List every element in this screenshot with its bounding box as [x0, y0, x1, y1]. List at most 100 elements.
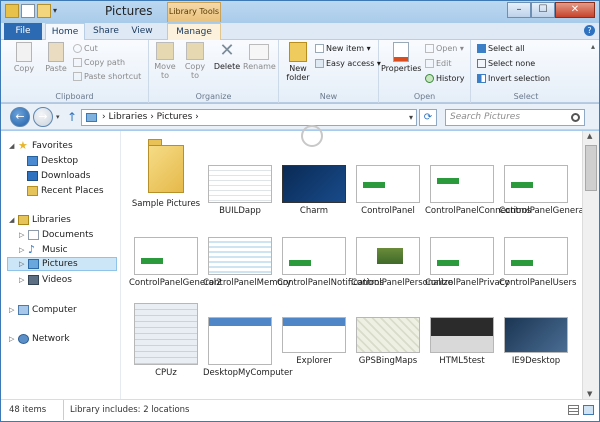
invert-selection-button[interactable]: Invert selection [477, 74, 550, 83]
file-item[interactable]: ControlPanelPrivacy [425, 237, 509, 288]
file-item[interactable]: HTML5test [425, 317, 499, 366]
nav-recent-places[interactable]: Recent Places [27, 184, 104, 198]
file-item[interactable]: ControlPanelGeneral2 [129, 237, 222, 288]
tab-file[interactable]: File [4, 23, 42, 40]
search-input[interactable]: Search Pictures [445, 109, 585, 126]
copy-path-button[interactable]: Copy path [73, 58, 125, 67]
nav-libraries[interactable]: ◢ Libraries [9, 213, 71, 227]
expand-arrow-icon[interactable]: ▷ [19, 231, 25, 239]
nav-computer[interactable]: ▷ Computer [9, 303, 77, 317]
explorer-window: ▾ Pictures Library Tools – ☐ ✕ File Home… [0, 0, 600, 422]
expand-arrow-icon[interactable]: ▷ [9, 335, 15, 343]
easy-access-button[interactable]: Easy access ▾ [315, 59, 381, 68]
music-icon: ♪ [28, 243, 36, 256]
file-item[interactable]: Sample Pictures [129, 139, 203, 209]
address-input[interactable]: › Libraries › Pictures › ▾ [81, 109, 417, 126]
move-to-button[interactable]: Move to [151, 42, 179, 80]
collapse-arrow-icon[interactable]: ◢ [9, 216, 15, 224]
copy-button[interactable]: Copy [9, 42, 39, 73]
delete-button[interactable]: ✕ Delete [211, 42, 243, 72]
file-item[interactable]: ControlPanelNotifications [277, 237, 384, 288]
help-icon[interactable]: ? [584, 25, 595, 36]
file-item[interactable]: ControlPanelMemory [203, 237, 291, 288]
new-label: New [319, 92, 338, 101]
tab-share[interactable]: Share [89, 23, 123, 40]
nav-favorites[interactable]: ◢ ★ Favorites [9, 139, 73, 153]
nav-documents[interactable]: ▷ Documents [19, 228, 93, 242]
tab-manage[interactable]: Manage [167, 23, 221, 40]
large-icons-view-icon[interactable] [583, 405, 594, 415]
copy-to-button[interactable]: Copy to [181, 42, 209, 80]
vertical-scrollbar[interactable]: ▲ ▼ [582, 131, 599, 399]
new-folder-icon[interactable] [37, 4, 51, 18]
forward-button[interactable]: → [33, 107, 53, 127]
move-to-label: Move to [154, 62, 176, 80]
nav-pictures[interactable]: ▷ Pictures [7, 257, 117, 271]
scroll-up-icon[interactable]: ▲ [587, 132, 592, 140]
up-arrow-icon[interactable]: ↑ [67, 110, 77, 124]
ribbon: Copy Paste Cut Copy path Paste shortcut … [1, 25, 599, 103]
expand-arrow-icon[interactable]: ▷ [19, 246, 25, 254]
file-item[interactable]: GPSBingMaps [351, 317, 425, 366]
details-view-icon[interactable] [568, 405, 579, 415]
scroll-thumb[interactable] [585, 145, 597, 191]
select-group: Select all Select none Invert selection … [471, 40, 581, 103]
file-item[interactable]: ControlPanelUsers [499, 237, 576, 288]
file-item[interactable]: Charm [277, 165, 351, 216]
history-button[interactable]: History [425, 74, 464, 83]
file-item[interactable]: BUILDapp [203, 165, 277, 216]
paste-shortcut-button[interactable]: Paste shortcut [73, 72, 141, 81]
expand-arrow-icon[interactable]: ▷ [19, 276, 25, 284]
file-item[interactable]: CPUz [129, 303, 203, 378]
recent-locations-icon[interactable]: ▾ [56, 113, 60, 121]
chevron-down-icon[interactable]: ▾ [409, 110, 413, 125]
expand-arrow-icon[interactable]: ▷ [9, 306, 15, 314]
file-item[interactable]: DesktopMyComputer [203, 317, 293, 378]
minimize-button[interactable]: – [507, 2, 531, 18]
select-all-button[interactable]: Select all [477, 44, 525, 53]
folder-icon[interactable] [5, 4, 19, 18]
nav-pictures-label: Pictures [42, 259, 78, 269]
file-item[interactable]: Explorer [277, 317, 351, 366]
open-button[interactable]: Open ▾ [425, 44, 464, 53]
file-item[interactable]: ControlPanelConnections [425, 165, 531, 216]
cut-button[interactable]: Cut [73, 44, 98, 53]
easy-access-label: Easy access ▾ [326, 59, 381, 68]
status-bar: 48 items Library includes: 2 locations [1, 399, 599, 421]
close-button[interactable]: ✕ [555, 2, 595, 18]
nav-downloads[interactable]: Downloads [27, 169, 90, 183]
file-name: ControlPanelGeneral [499, 206, 587, 216]
properties-label: Properties [381, 64, 422, 73]
paste-button[interactable]: Paste [41, 42, 71, 73]
rename-button[interactable]: Rename [243, 42, 276, 71]
select-none-button[interactable]: Select none [477, 59, 535, 68]
file-item[interactable]: ControlPanelPersonalize [351, 237, 453, 288]
tab-home[interactable]: Home [45, 23, 85, 41]
chevron-down-icon[interactable]: ▾ [53, 4, 61, 18]
expand-arrow-icon[interactable]: ▷ [19, 260, 25, 268]
paste-icon [48, 42, 64, 62]
collapse-arrow-icon[interactable]: ◢ [9, 142, 15, 150]
new-folder-button[interactable]: New folder [283, 42, 313, 82]
refresh-button[interactable]: ⟳ [419, 109, 437, 126]
properties-button[interactable]: Properties [381, 42, 421, 73]
nav-music[interactable]: ▷ ♪ Music [19, 243, 68, 257]
back-button[interactable]: ← [10, 107, 30, 127]
edit-button[interactable]: Edit [425, 59, 452, 68]
file-item[interactable]: ControlPanelGeneral [499, 165, 587, 216]
properties-icon[interactable] [21, 4, 35, 18]
clipboard-label: Clipboard [55, 92, 94, 101]
chevron-up-icon[interactable]: ▴ [591, 42, 595, 51]
nav-desktop[interactable]: Desktop [27, 154, 78, 168]
nav-videos[interactable]: ▷ Videos [19, 273, 72, 287]
tab-view[interactable]: View [127, 23, 157, 40]
scroll-down-icon[interactable]: ▼ [587, 390, 592, 398]
cursor-ring [301, 125, 323, 147]
nav-network[interactable]: ▷ Network [9, 332, 70, 346]
library-tools-context: Library Tools [167, 2, 221, 22]
file-item[interactable]: IE9Desktop [499, 317, 573, 366]
file-item[interactable]: ControlPanel [351, 165, 425, 216]
quick-access-toolbar: ▾ [5, 4, 61, 18]
new-item-button[interactable]: New item ▾ [315, 44, 371, 53]
maximize-button[interactable]: ☐ [531, 2, 555, 18]
